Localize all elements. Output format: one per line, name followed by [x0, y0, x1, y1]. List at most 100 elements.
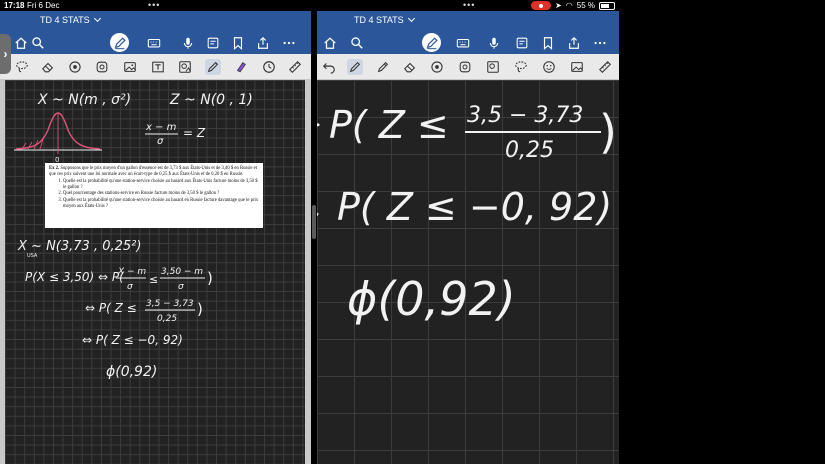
dictate-button[interactable]	[179, 34, 197, 52]
search-button[interactable]	[348, 34, 366, 52]
sticker-tool[interactable]	[94, 59, 110, 75]
sticker-tool[interactable]	[457, 59, 473, 75]
ruler-tool[interactable]	[287, 59, 303, 75]
dictate-button[interactable]	[485, 34, 503, 52]
color-picker-tool[interactable]	[67, 59, 83, 75]
microphone-icon	[489, 37, 499, 49]
clock-icon	[263, 61, 275, 73]
more-button[interactable]	[591, 34, 609, 52]
more-button[interactable]	[280, 34, 298, 52]
pencil-icon	[377, 61, 389, 73]
text-tool[interactable]	[150, 59, 166, 75]
exercise-questions: Quelle est la probabilité qu'une station…	[59, 179, 259, 210]
sticker-icon	[96, 61, 108, 73]
sidebar-expand-handle[interactable]: ›	[0, 34, 11, 74]
search-icon	[32, 37, 44, 49]
bookmark-icon	[233, 37, 243, 50]
ruler-tool[interactable]	[597, 59, 613, 75]
ruler-icon	[289, 61, 301, 73]
image-icon	[124, 62, 136, 72]
share-button[interactable]	[254, 34, 272, 52]
zoom-phi: ϕ(0,92)	[347, 272, 516, 326]
note-prob-close: )	[207, 269, 213, 287]
lasso-icon	[16, 61, 28, 73]
pen-tool[interactable]	[347, 59, 363, 75]
share-button[interactable]	[565, 34, 583, 52]
note-usa-subscript: USA	[27, 253, 38, 259]
lasso-tool[interactable]	[513, 59, 529, 75]
exercise-intro: Ex 2. Supposons que le prix moyen d'un g…	[49, 166, 259, 178]
drawing-toolbar	[317, 54, 619, 80]
zoom-prob-close: )	[599, 105, 617, 159]
exercise-question: Quelle est la probabilité qu'une station…	[63, 198, 259, 210]
share-icon	[258, 36, 268, 49]
draw-mode-button[interactable]	[110, 33, 129, 52]
exercise-text-box[interactable]: Ex 2. Supposons que le prix moyen d'un g…	[45, 163, 263, 228]
undo-button[interactable]	[321, 59, 337, 75]
note-prob-le: ≤	[149, 273, 158, 286]
share-icon	[569, 36, 579, 49]
timer-tool[interactable]	[261, 59, 277, 75]
more-icon	[283, 41, 295, 45]
lasso-icon	[515, 61, 527, 73]
home-button[interactable]	[321, 34, 339, 52]
document-title-menu[interactable]: TD 4 STATS	[40, 14, 101, 25]
shapes-tool[interactable]	[177, 59, 193, 75]
bookmark-icon	[543, 37, 553, 50]
split-view-handle[interactable]	[312, 205, 316, 239]
chevron-right-icon: ›	[3, 47, 8, 61]
image-tool[interactable]	[569, 59, 585, 75]
location-icon: ➤	[555, 1, 562, 10]
bell-curve: 0	[14, 112, 102, 164]
eraser-icon	[42, 62, 54, 73]
document-title-menu[interactable]: TD 4 STATS	[354, 14, 415, 25]
keyboard-icon	[456, 38, 470, 48]
pen-icon	[426, 36, 438, 49]
home-button[interactable]	[12, 34, 30, 52]
multitasking-dots-icon[interactable]: •••	[148, 0, 160, 11]
standardize-numerator: x − m	[145, 122, 177, 133]
text-box-icon	[152, 61, 164, 73]
ruler-icon	[599, 61, 611, 73]
home-icon	[15, 37, 27, 49]
pen-icon	[114, 36, 126, 49]
keyboard-button[interactable]	[145, 34, 163, 52]
bookmark-button[interactable]	[539, 34, 557, 52]
battery-percent: 55 %	[576, 1, 595, 10]
highlighter-tool[interactable]	[233, 59, 249, 75]
eraser-tool[interactable]	[402, 59, 418, 75]
search-button[interactable]	[29, 34, 47, 52]
ribbon	[317, 31, 619, 54]
zoom-prob-line: P( Z ≤	[329, 103, 449, 147]
handwritten-notes: X ~ N(m , σ²) Z ~ N(0 , 1) 0 x − m σ = Z…	[14, 92, 253, 380]
left-window: 17:18 Fri 6 Dec ••• TD 4 STATS X ~ N(m ,…	[0, 0, 311, 464]
exercise-question: Quel pourcentage des stations-service en…	[63, 191, 259, 197]
status-bar: ••• ➤ ◠ 55 %	[317, 0, 619, 11]
pen-icon	[349, 61, 361, 73]
keyboard-button[interactable]	[454, 34, 472, 52]
image-tool[interactable]	[122, 59, 138, 75]
wifi-icon: ◠	[565, 1, 573, 10]
multitasking-dots-icon[interactable]: •••	[463, 0, 475, 11]
note-step2: ⇔ P( Z ≤	[85, 301, 137, 315]
shapes-tool[interactable]	[485, 59, 501, 75]
note-icon	[516, 37, 528, 49]
bookmark-button[interactable]	[229, 34, 247, 52]
new-note-button[interactable]	[513, 34, 531, 52]
draw-mode-button[interactable]	[422, 33, 441, 52]
pencil-tool[interactable]	[375, 59, 391, 75]
empty-screen-area	[619, 0, 825, 464]
lasso-tool[interactable]	[14, 59, 30, 75]
status-indicators: ➤ ◠ 55 %	[531, 0, 615, 11]
microphone-icon	[183, 37, 193, 49]
emoji-tool[interactable]	[541, 59, 557, 75]
pen-tool[interactable]	[205, 59, 221, 75]
new-note-button[interactable]	[204, 34, 222, 52]
status-date: Fri 6 Dec	[27, 1, 60, 10]
exercise-question: Quelle est la probabilité qu'une station…	[63, 179, 259, 191]
note-prob-den1: σ	[127, 282, 133, 292]
color-picker-tool[interactable]	[429, 59, 445, 75]
keyboard-icon	[147, 38, 161, 48]
eraser-tool[interactable]	[40, 59, 56, 75]
chevron-down-icon	[93, 14, 101, 23]
